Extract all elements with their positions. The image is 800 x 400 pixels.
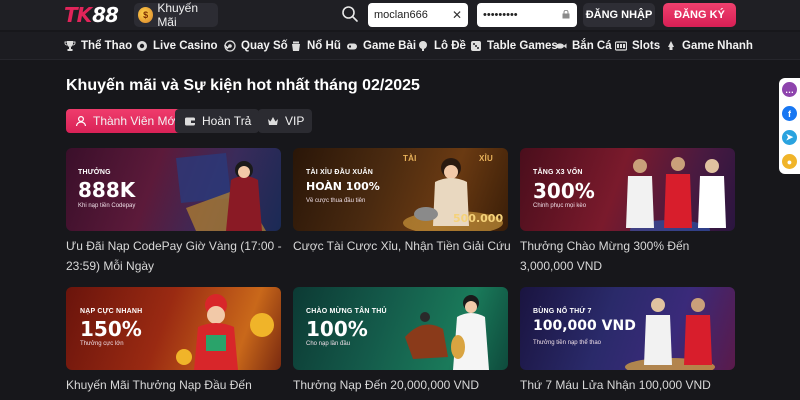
nav-item-slots[interactable]: Slots [615, 38, 660, 54]
card-overlay-sub: Khi nạp tiền Codepay [78, 203, 136, 209]
promo-card-image[interactable]: BÙNG NỔ THỨ 7 100,000 VND Thưởng tiền nạ… [520, 287, 735, 370]
card-overlay-sub: Về cược thua đầu tiên [306, 198, 366, 204]
card-overlay-top: NẠP CỰC NHANH [80, 308, 143, 315]
card-overlay-big: 100% [306, 317, 368, 341]
tab-label: Thành Viên Mới [93, 114, 179, 128]
nav-label: Game Nhanh [682, 40, 753, 52]
nav-label: Live Casino [153, 40, 218, 52]
card-overlay-top: CHÀO MỪNG TÂN THỦ [306, 308, 387, 315]
card-overlay-top: TĂNG X3 VỐN [533, 169, 583, 176]
nav-label: Bắn Cá [572, 40, 612, 52]
zalo-icon[interactable]: ● [782, 154, 797, 169]
wallet-icon [185, 117, 195, 126]
card-overlay-big: 150% [80, 317, 142, 341]
card-overlay-top: BÙNG NỔ THỨ 7 [533, 308, 592, 315]
promo-card-image[interactable]: TÀI XỈU TÀI XỈU ĐẦU XUÂN HOÀN 100% Về cư… [293, 148, 508, 231]
nav-label: Game Bài [363, 40, 417, 52]
main-nav: Thể Thao Live Casino Quay Số Nổ Hũ Game … [0, 32, 800, 60]
promo-card-caption[interactable]: Thưởng Nạp Đến 20,000,000 VND [293, 375, 513, 395]
nav-item-lo-de[interactable]: Lô Đề [417, 38, 466, 54]
nav-label: Table Games [487, 40, 558, 52]
promotions-label: Khuyến Mãi [157, 1, 199, 29]
telegram-icon[interactable]: ➤ [782, 130, 797, 145]
tab-label: Hoàn Trả [202, 114, 252, 128]
promo-card-caption[interactable]: Thứ 7 Máu Lửa Nhận 100,000 VND [520, 375, 740, 395]
rocket-icon [668, 41, 674, 50]
nav-label: Slots [632, 40, 661, 52]
card-overlay-amount: 500.000 [453, 212, 504, 225]
card-overlay-big: 300% [533, 179, 595, 203]
nav-item-ban-ca[interactable]: Bắn Cá [555, 38, 612, 54]
clear-icon[interactable]: ✕ [452, 8, 462, 22]
gamepad-icon [347, 43, 357, 50]
username-value: moclan666 [374, 9, 428, 21]
nav-item-live-casino[interactable]: Live Casino [136, 38, 232, 54]
login-button[interactable]: ĐĂNG NHẬP [583, 3, 655, 27]
trophy-icon [64, 41, 76, 51]
search-icon[interactable] [341, 5, 359, 23]
social-float-bar: … f ➤ ● [779, 78, 800, 174]
crown-icon [268, 117, 278, 125]
nav-item-no-hu[interactable]: Nổ Hũ [290, 38, 341, 54]
card-overlay-top: THƯỞNG [78, 169, 111, 176]
nav-item-game-bai[interactable]: Game Bài [346, 38, 416, 54]
user-icon [75, 115, 87, 127]
password-value: ••••••••• [483, 9, 518, 21]
logo-prefix: TK [64, 3, 92, 27]
chat-icon[interactable]: … [782, 82, 797, 97]
promo-card-caption[interactable]: Cược Tài Cược Xỉu, Nhận Tiền Giải Cứu [293, 236, 513, 256]
card-overlay-xiu: XỈU [479, 154, 493, 163]
signup-button[interactable]: ĐĂNG KÝ [663, 3, 736, 27]
gift-bag-icon: $ [138, 7, 154, 23]
fish-icon [556, 43, 567, 49]
card-overlay-top: TÀI XỈU ĐẦU XUÂN [306, 169, 373, 176]
nav-item-the-thao[interactable]: Thể Thao [64, 38, 132, 54]
nav-label: Nổ Hũ [307, 40, 341, 52]
nav-item-table-games[interactable]: Table Games [470, 38, 558, 54]
facebook-icon[interactable]: f [782, 106, 797, 121]
page-title: Khuyến mãi và Sự kiện hot nhất tháng 02/… [66, 77, 420, 94]
card-overlay-big: 888K [78, 178, 136, 202]
card-overlay-sub: Chinh phục mọi kèo [533, 203, 587, 209]
username-input[interactable]: moclan666 ✕ [368, 3, 468, 27]
promo-card-image[interactable]: TĂNG X3 VỐN 300% Chinh phục mọi kèo [520, 148, 735, 231]
tab-hoan-tra[interactable]: Hoàn Trả [175, 109, 260, 133]
promo-card-image[interactable]: NẠP CỰC NHANH 150% Thưởng cực lớn [66, 287, 281, 370]
nav-item-game-nhanh[interactable]: Game Nhanh [665, 38, 753, 54]
card-overlay-big: 100,000 VND [533, 318, 636, 334]
promotions-button[interactable]: $ Khuyến Mãi [134, 1, 218, 29]
header: TK 88 $ Khuyến Mãi moclan666 ✕ ••••••••• … [0, 0, 800, 30]
card-overlay-sub: Thưởng tiền nạp thể thao [533, 340, 601, 346]
nav-label: Thể Thao [81, 40, 133, 52]
promo-card-caption[interactable]: Khuyến Mãi Thưởng Nạp Đầu Đến 9,000,000 … [66, 375, 286, 400]
lottery-icon [419, 41, 427, 51]
promo-card-caption[interactable]: Ưu Đãi Nạp CodePay Giờ Vàng (17:00 - 23:… [66, 236, 286, 276]
card-overlay-tai: TÀI [403, 154, 417, 163]
casino-chip-icon [137, 41, 147, 51]
nav-item-quay-so[interactable]: Quay Số [224, 38, 288, 54]
logo-number: 88 [92, 3, 119, 27]
promo-card-image[interactable]: THƯỞNG 888K Khi nạp tiền Codepay [66, 148, 281, 231]
lottery-ball-icon [224, 40, 236, 52]
card-overlay-sub: Thưởng cực lớn [80, 341, 124, 347]
password-input[interactable]: ••••••••• [477, 3, 577, 27]
tab-thanh-vien-moi[interactable]: Thành Viên Mới [66, 109, 187, 133]
nav-label: Lô Đề [434, 40, 466, 52]
nav-label: Quay Số [241, 40, 288, 52]
lock-icon[interactable] [562, 10, 570, 19]
card-overlay-sub: Cho nạp lần đầu [306, 341, 351, 347]
card-overlay-big: HOÀN 100% [306, 180, 380, 193]
tab-label: VIP [285, 114, 305, 128]
tab-vip[interactable]: VIP [258, 109, 313, 133]
slot-machine-icon [615, 41, 627, 51]
dice-icon [471, 41, 481, 51]
jackpot-icon [292, 41, 300, 51]
promo-card-caption[interactable]: Thưởng Chào Mừng 300% Đến 3,000,000 VND [520, 236, 740, 276]
site-logo[interactable]: TK 88 [64, 3, 119, 27]
promo-card-image[interactable]: CHÀO MỪNG TÂN THỦ 100% Cho nạp lần đầu [293, 287, 508, 370]
